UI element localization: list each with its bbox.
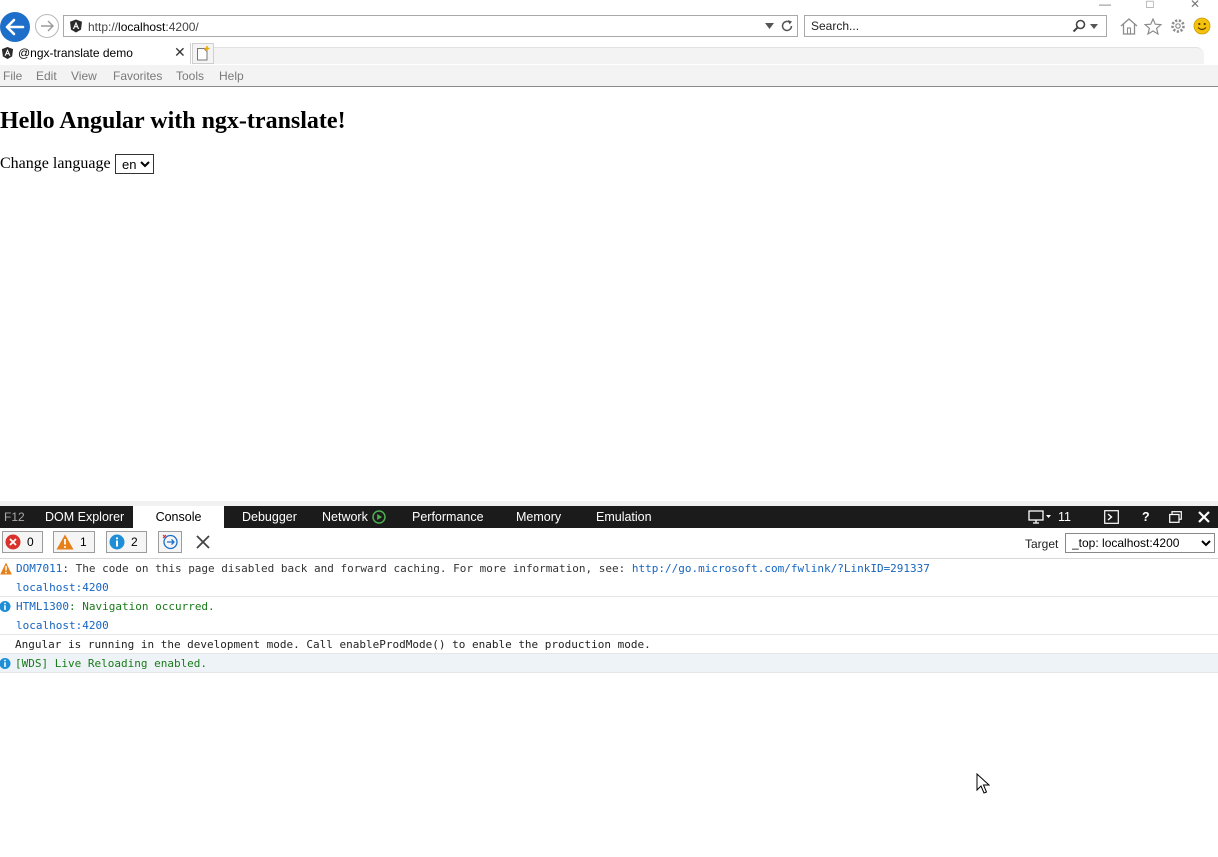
message-link[interactable]: http://go.microsoft.com/fwlink/?LinkID=2… xyxy=(632,562,930,575)
clear-on-navigate-icon xyxy=(162,534,178,550)
console-message-info: HTML1300: Navigation occurred. xyxy=(0,597,1218,616)
chevron-down-icon[interactable] xyxy=(1090,24,1098,29)
gear-icon[interactable] xyxy=(1168,16,1188,36)
tab-close-button[interactable]: ✕ xyxy=(174,45,186,59)
message-source-link[interactable]: localhost:4200 xyxy=(16,616,109,635)
arrow-left-icon xyxy=(5,18,25,36)
console-message-warning: DOM7011: The code on this page disabled … xyxy=(0,559,1218,578)
language-select[interactable]: en xyxy=(115,154,154,174)
devtools-tab-bar: F12 DOM Explorer Console Debugger Networ… xyxy=(0,506,1218,528)
document-mode-icon[interactable] xyxy=(1026,506,1054,528)
menu-edit[interactable]: Edit xyxy=(36,69,57,83)
info-icon xyxy=(109,534,125,550)
address-url[interactable]: http://localhost:4200/ xyxy=(88,20,199,34)
new-tab-icon xyxy=(197,46,210,61)
message-text: : Navigation occurred. xyxy=(68,600,215,613)
mouse-cursor-icon xyxy=(976,773,990,794)
change-language-label: Change language xyxy=(0,155,111,172)
document-mode-value[interactable]: 11 xyxy=(1058,506,1071,528)
console-prompt-icon[interactable] xyxy=(1102,506,1120,528)
console-log: DOM7011: The code on this page disabled … xyxy=(0,559,1218,673)
angular-favicon-icon xyxy=(70,19,82,33)
console-message-log: Angular is running in the development mo… xyxy=(0,635,1218,654)
close-devtools-icon[interactable] xyxy=(1196,506,1212,528)
message-source-link[interactable]: localhost:4200 xyxy=(16,578,109,597)
undock-icon[interactable] xyxy=(1166,506,1184,528)
menu-help[interactable]: Help xyxy=(219,69,244,83)
console-message-source-row: localhost:4200 xyxy=(0,616,1218,635)
tab-debugger[interactable]: Debugger xyxy=(242,506,297,528)
messages-filter-button[interactable]: 2 xyxy=(106,531,147,553)
warnings-count: 1 xyxy=(80,535,87,549)
page-title: Hello Angular with ngx-translate! xyxy=(0,108,346,134)
errors-filter-button[interactable]: 0 xyxy=(2,531,43,553)
minimize-button[interactable]: — xyxy=(1090,0,1120,10)
menu-view[interactable]: View xyxy=(71,69,97,83)
url-scheme: http:// xyxy=(88,20,119,34)
console-toolbar: 0 1 2 Target _top: localhost:4200 xyxy=(0,528,1218,559)
tab-network[interactable]: Network xyxy=(322,506,368,528)
console-message-info: [WDS] Live Reloading enabled. xyxy=(0,654,1218,673)
help-button[interactable]: ? xyxy=(1142,506,1150,528)
web-page: Hello Angular with ngx-translate! Change… xyxy=(0,88,1218,502)
menu-bar: File Edit View Favorites Tools Help xyxy=(0,65,1218,87)
refresh-icon[interactable] xyxy=(780,19,794,33)
chevron-down-icon[interactable] xyxy=(765,23,774,29)
smiley-feedback-icon[interactable] xyxy=(1192,16,1212,36)
angular-favicon-icon xyxy=(1,46,14,60)
record-play-icon[interactable] xyxy=(372,510,386,524)
target-label: Target xyxy=(1025,537,1059,551)
message-text: [WDS] Live Reloading enabled. xyxy=(15,657,208,670)
search-box[interactable] xyxy=(804,15,1107,37)
menu-tools[interactable]: Tools xyxy=(176,69,204,83)
message-text: : The code on this page disabled back an… xyxy=(62,562,632,575)
browser-tab[interactable]: @ngx-translate demo ✕ xyxy=(0,43,191,64)
info-icon xyxy=(0,601,11,612)
tab-console[interactable]: Console xyxy=(133,506,224,528)
errors-count: 0 xyxy=(27,535,34,549)
maximize-button[interactable]: □ xyxy=(1135,0,1165,10)
tab-strip: @ngx-translate demo ✕ xyxy=(0,43,1218,64)
home-icon[interactable] xyxy=(1119,16,1139,36)
messages-count: 2 xyxy=(131,535,138,549)
tab-title: @ngx-translate demo xyxy=(18,46,133,60)
warnings-filter-button[interactable]: 1 xyxy=(53,531,95,553)
address-bar[interactable]: http://localhost:4200/ xyxy=(63,15,798,37)
devtools-f12-label: F12 xyxy=(4,510,25,524)
forward-button[interactable] xyxy=(35,14,59,38)
clear-on-navigate-button[interactable] xyxy=(158,531,182,553)
close-window-button[interactable]: ✕ xyxy=(1180,0,1210,10)
search-input[interactable] xyxy=(811,18,1061,34)
message-code: HTML1300 xyxy=(16,600,69,613)
message-code: DOM7011 xyxy=(16,562,63,575)
menu-file[interactable]: File xyxy=(3,69,22,83)
back-button[interactable] xyxy=(0,12,30,42)
favorites-star-icon[interactable] xyxy=(1143,16,1163,36)
arrow-right-icon xyxy=(41,20,54,32)
warning-icon xyxy=(56,534,74,550)
console-message-source-row: localhost:4200 xyxy=(0,578,1218,597)
tab-performance[interactable]: Performance xyxy=(412,506,484,528)
tab-strip-empty-area xyxy=(214,47,1204,64)
tab-emulation[interactable]: Emulation xyxy=(596,506,652,528)
message-text: Angular is running in the development mo… xyxy=(15,638,651,651)
url-port: :4200/ xyxy=(165,20,199,34)
browser-chrome: — □ ✕ http://localhost:4200/ Search... @… xyxy=(0,0,1218,87)
menu-favorites[interactable]: Favorites xyxy=(113,69,162,83)
target-select[interactable]: _top: localhost:4200 xyxy=(1065,533,1215,553)
clear-console-icon[interactable] xyxy=(195,534,211,550)
new-tab-button[interactable] xyxy=(192,43,214,64)
error-icon xyxy=(5,534,21,550)
url-host: localhost xyxy=(118,20,166,34)
tab-memory[interactable]: Memory xyxy=(516,506,561,528)
info-icon xyxy=(0,658,11,669)
warning-icon xyxy=(0,562,12,575)
search-icon[interactable] xyxy=(1072,19,1086,33)
tab-dom-explorer[interactable]: DOM Explorer xyxy=(45,506,124,528)
